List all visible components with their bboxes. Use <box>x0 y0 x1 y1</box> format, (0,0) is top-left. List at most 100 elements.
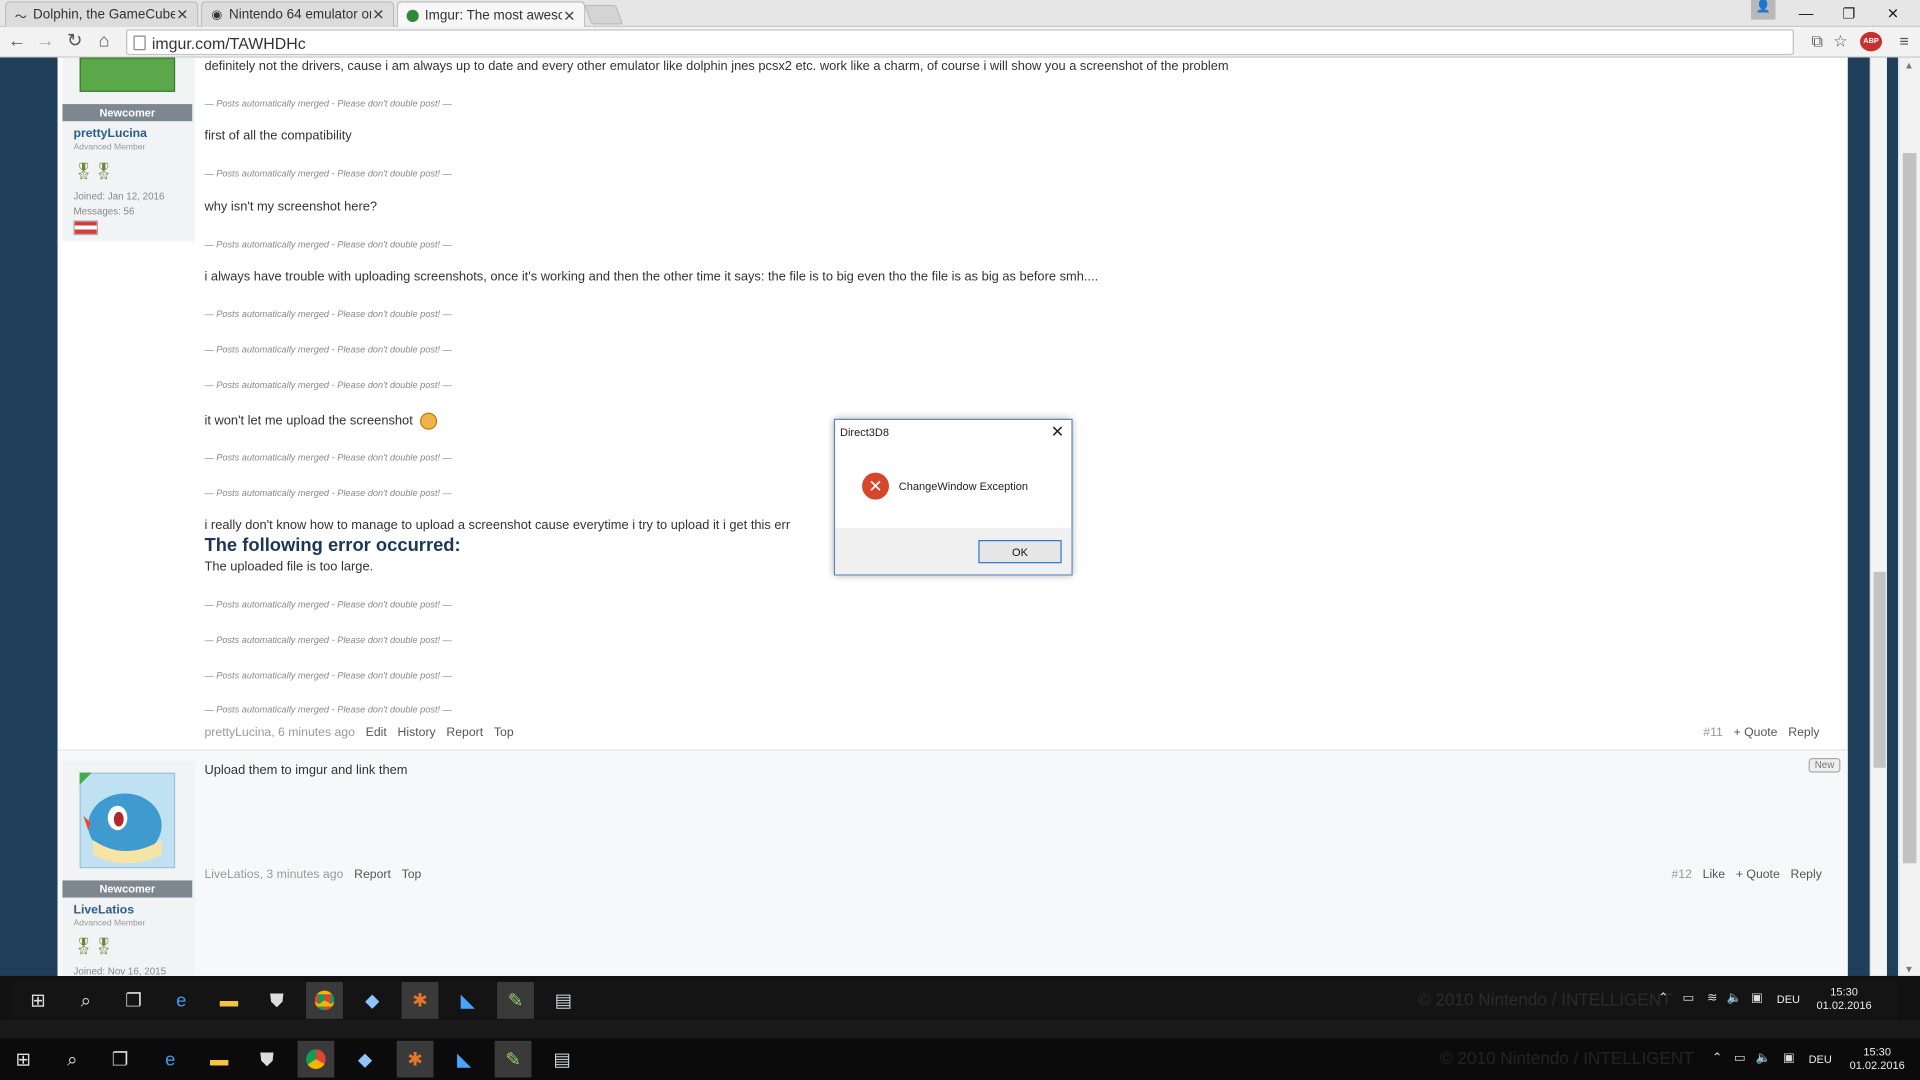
close-icon[interactable]: ✕ <box>175 6 190 23</box>
close-icon[interactable]: ✕ <box>371 6 386 23</box>
tab-dolphin[interactable]: 〜 Dolphin, the GameCube a ✕ <box>4 1 199 27</box>
scrollbar-thumb[interactable] <box>1873 571 1886 768</box>
project64-taskbar-icon[interactable]: ✎ <box>494 1040 532 1078</box>
merge-notice: — Posts automatically merged - Please do… <box>204 238 452 250</box>
tab-imgur[interactable]: Imgur: The most awesome ✕ <box>396 1 586 29</box>
message-count: Messages: 56 <box>73 205 135 217</box>
app-icon[interactable]: ✱ <box>401 982 439 1019</box>
edge-icon[interactable]: e <box>152 1041 189 1078</box>
notification-icon[interactable]: ▣ <box>1783 1052 1795 1065</box>
language-indicator[interactable]: DEU <box>1777 993 1800 1006</box>
chevron-up-icon[interactable]: ⌃ <box>1712 1052 1722 1065</box>
tab-nintendo64[interactable]: ◉ Nintendo 64 emulator on ✕ <box>200 1 395 27</box>
address-bar[interactable] <box>126 29 1794 56</box>
battery-icon[interactable]: ▭ <box>1682 992 1694 1005</box>
volume-icon[interactable]: 🔈 <box>1756 1052 1771 1065</box>
project64-taskbar-icon[interactable]: ✎ <box>497 982 534 1019</box>
merge-notice: — Posts automatically merged - Please do… <box>204 487 452 499</box>
quote-link[interactable]: + Quote <box>1736 868 1780 881</box>
store-icon[interactable]: ⛊ <box>258 982 295 1019</box>
volume-icon[interactable]: 🔈 <box>1727 992 1742 1005</box>
notepad-icon[interactable]: ◆ <box>347 1041 384 1078</box>
error-dialog: Direct3D8 ✕ ✕ ChangeWindow Exception OK <box>833 418 1073 576</box>
clock-date: 01.02.2016 <box>1849 1059 1905 1072</box>
trophy-icon[interactable]: 🎖🎖 <box>73 937 113 957</box>
merge-notice: — Posts automatically merged - Please do… <box>204 344 452 356</box>
merge-notice: — Posts automatically merged - Please do… <box>204 704 452 716</box>
restore-button[interactable]: ❐ <box>1827 0 1871 27</box>
reload-icon[interactable]: ↻ <box>64 31 86 53</box>
post-author-time[interactable]: LiveLatios, 3 minutes ago <box>204 868 343 881</box>
chrome-icon[interactable] <box>297 1040 335 1078</box>
quote-link[interactable]: + Quote <box>1734 726 1778 739</box>
home-icon[interactable]: ⌂ <box>93 31 115 53</box>
bookmark-star-icon[interactable]: ☆ <box>1831 32 1851 52</box>
clock[interactable]: 15:30 01.02.2016 <box>1844 1046 1910 1073</box>
forward-icon[interactable]: → <box>34 31 56 53</box>
inner-scrollbar[interactable] <box>1869 57 1887 976</box>
user-title: Advanced Member <box>73 919 146 929</box>
top-link[interactable]: Top <box>494 726 514 739</box>
top-link[interactable]: Top <box>402 868 422 881</box>
search-icon[interactable]: ⌕ <box>67 982 104 1019</box>
profile-icon[interactable]: 👤 <box>1751 0 1776 20</box>
edit-link[interactable]: Edit <box>366 726 387 739</box>
menu-icon[interactable]: ≡ <box>1894 32 1914 52</box>
close-icon[interactable]: ✕ <box>562 7 577 24</box>
post-meta: LiveLatios, 3 minutes ago Report Top <box>204 868 421 881</box>
app-icon[interactable]: ✱ <box>396 1040 434 1078</box>
battery-icon[interactable]: ▭ <box>1734 1052 1746 1065</box>
adblock-icon[interactable]: ABP <box>1860 31 1883 52</box>
store-icon[interactable]: ⛊ <box>249 1041 286 1078</box>
username-link[interactable]: LiveLatios <box>73 904 134 917</box>
chevron-up-icon[interactable]: ⌃ <box>1658 992 1668 1005</box>
task-view-icon[interactable]: ❐ <box>115 982 152 1019</box>
post-author-time[interactable]: prettyLucina, 6 minutes ago <box>204 726 354 739</box>
new-tab-button[interactable] <box>584 4 624 25</box>
notepad-icon[interactable]: ◆ <box>354 982 391 1019</box>
scrollbar-thumb[interactable] <box>1902 153 1917 864</box>
watermark: © 2010 Nintendo / INTELLIGENT <box>1440 1048 1694 1068</box>
url-input[interactable] <box>151 31 1744 54</box>
ok-button[interactable]: OK <box>978 540 1062 564</box>
username-link[interactable]: prettyLucina <box>73 127 146 140</box>
scroll-up-icon[interactable]: ▲ <box>1904 60 1914 71</box>
clock[interactable]: 15:30 01.02.2016 <box>1812 986 1876 1013</box>
avatar <box>79 57 176 92</box>
report-link[interactable]: Report <box>446 726 483 739</box>
app-icon[interactable]: ◣ <box>449 982 486 1019</box>
windows-start-icon[interactable]: ⊞ <box>5 1041 42 1078</box>
scroll-down-icon[interactable]: ▼ <box>1904 964 1914 975</box>
user-rank: Newcomer <box>62 104 193 122</box>
post-number[interactable]: #12 <box>1671 868 1691 881</box>
search-icon[interactable]: ⌕ <box>54 1041 91 1078</box>
report-link[interactable]: Report <box>354 868 391 881</box>
app-icon[interactable]: ▤ <box>545 982 582 1019</box>
post-number[interactable]: #11 <box>1703 726 1723 739</box>
like-link[interactable]: Like <box>1703 868 1725 881</box>
reply-link[interactable]: Reply <box>1791 868 1822 881</box>
notification-icon[interactable]: ▣ <box>1751 992 1763 1005</box>
edge-icon[interactable]: e <box>163 982 200 1019</box>
trophy-icon[interactable]: 🎖🎖 <box>73 162 113 182</box>
avatar[interactable] <box>79 772 176 869</box>
post-text-content: it won't let me upload the screenshot <box>204 413 413 429</box>
reply-link[interactable]: Reply <box>1788 726 1819 739</box>
history-link[interactable]: History <box>398 726 436 739</box>
app-icon[interactable]: ▤ <box>544 1041 581 1078</box>
back-icon[interactable]: ← <box>6 31 28 53</box>
close-window-button[interactable]: ✕ <box>1871 0 1915 27</box>
chrome-icon[interactable] <box>306 982 343 1019</box>
language-indicator[interactable]: DEU <box>1809 1053 1832 1066</box>
page-scrollbar[interactable]: ▲ ▼ <box>1897 57 1920 976</box>
clock-time: 15:30 <box>1830 985 1858 998</box>
app-icon[interactable]: ◣ <box>446 1041 483 1078</box>
file-explorer-icon[interactable]: ▬ <box>211 982 248 1019</box>
close-icon[interactable]: ✕ <box>1051 422 1064 442</box>
task-view-icon[interactable]: ❐ <box>102 1041 139 1078</box>
minimize-button[interactable]: — <box>1784 0 1828 27</box>
windows-start-icon[interactable]: ⊞ <box>20 982 57 1019</box>
file-explorer-icon[interactable]: ▬ <box>201 1041 238 1078</box>
wifi-icon[interactable]: ≋ <box>1707 992 1717 1005</box>
translate-icon[interactable]: ⧉ <box>1807 32 1827 52</box>
